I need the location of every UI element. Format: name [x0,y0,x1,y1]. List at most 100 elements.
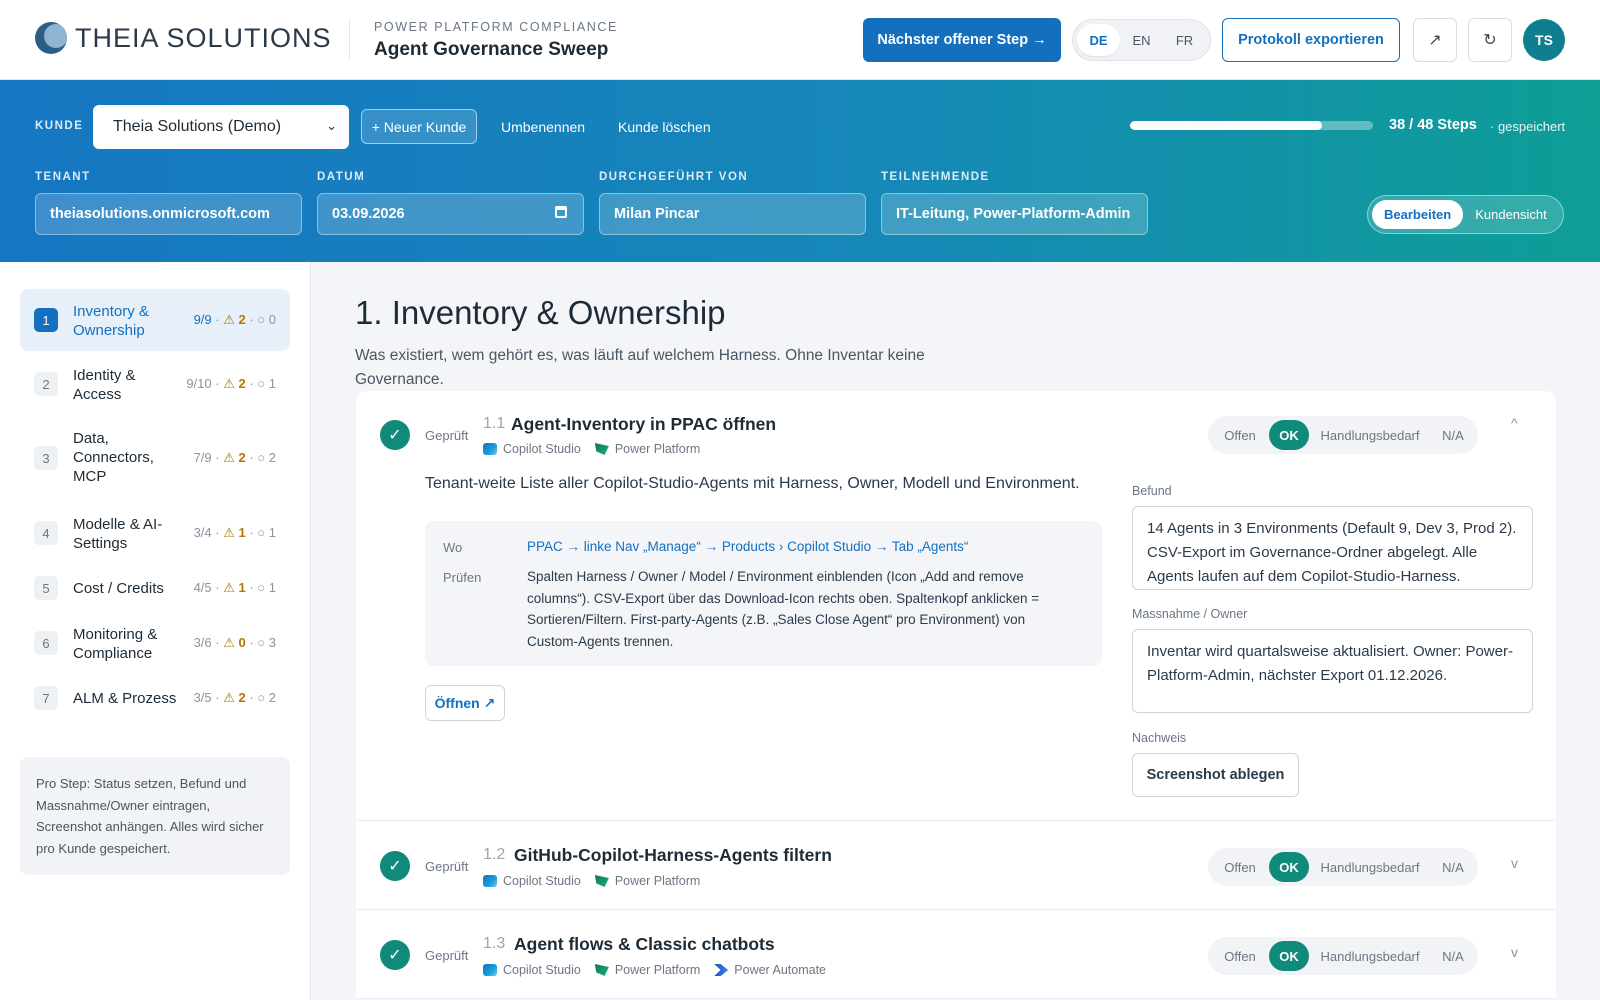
step-tags: Copilot Studio Power Platform [483,874,714,888]
nachweis-label: Nachweis [1132,731,1187,745]
open-circle-icon: ○ [257,690,266,705]
lang-en-button[interactable]: EN [1120,24,1163,56]
sidebar-item-alm[interactable]: 7 ALM & Prozess 3/5 · ⚠ 2 · ○ 2 [20,676,290,720]
open-link-button[interactable]: Öffnen ↗ [425,685,505,721]
status-na-button[interactable]: N/A [1431,941,1475,971]
sidebar-item-count: 9/10 [186,376,212,391]
kunde-select[interactable]: Theia Solutions (Demo) ⌄ [93,105,349,149]
datum-value: 03.09.2026 [332,206,405,222]
tenant-field[interactable]: theiasolutions.onmicrosoft.com [35,193,302,235]
tag-copilot-studio: Copilot Studio [483,442,581,456]
export-protocol-button[interactable]: Protokoll exportieren [1222,18,1400,62]
section-description: Was existiert, wem gehört es, was läuft … [355,347,925,388]
sidebar-item-stats: 3/4 · ⚠ 1 · ○ 1 [193,525,276,540]
customer-view-button[interactable]: Kundensicht [1463,200,1559,229]
sidebar-item-data-connectors[interactable]: 3 Data, Connectors, MCP 7/9 · ⚠ 2 · ○ 2 [20,417,290,499]
sidebar-item-identity[interactable]: 2 Identity & Access 9/10 · ⚠ 2 · ○ 1 [20,353,290,415]
sidebar-item-monitoring[interactable]: 6 Monitoring & Compliance 3/6 · ⚠ 0 · ○ … [20,612,290,674]
sidebar-item-inventory[interactable]: 1 Inventory & Ownership 9/9 · ⚠ 2 · ○ 0 [20,289,290,351]
check-icon: ✓ [380,851,410,881]
tag-copilot-studio: Copilot Studio [483,874,581,888]
edit-view-button[interactable]: Bearbeiten [1372,200,1464,229]
sidebar-item-number: 1 [34,308,58,332]
status-ok-button[interactable]: OK [1269,420,1309,450]
status-na-button[interactable]: N/A [1431,420,1475,450]
tenant-label: TENANT [35,171,91,183]
avatar[interactable]: TS [1523,19,1565,61]
power-platform-icon [594,443,609,455]
massnahme-textarea[interactable]: Inventar wird quartalsweise aktualisiert… [1132,629,1533,713]
warning-icon: ⚠ [223,312,235,327]
step-card-1-2[interactable]: ✓ Geprüft 1.2 GitHub-Copilot-Harness-Age… [356,821,1556,910]
tag-copilot-studio: Copilot Studio [483,963,581,977]
sidebar-item-label: Identity & Access [73,367,136,403]
top-bar: THEIA SOLUTIONS POWER PLATFORM COMPLIANC… [0,0,1600,80]
chevron-down-icon[interactable]: v [1511,944,1518,960]
step-title[interactable]: Agent-Inventory in PPAC öffnen [511,414,776,435]
step-info-box: Wo PPAC → linke Nav „Manage“ → Products … [425,521,1102,666]
warning-icon: ⚠ [223,580,235,595]
chevron-down-icon[interactable]: v [1511,855,1518,871]
steps-progress-fill [1130,121,1322,130]
sidebar-item-cost[interactable]: 5 Cost / Credits 4/5 · ⚠ 1 · ○ 1 [20,566,290,610]
steps-progress-bar [1130,121,1373,130]
open-circle-icon: ○ [257,525,266,540]
lang-fr-button[interactable]: FR [1163,24,1206,56]
status-ok-button[interactable]: OK [1269,852,1309,882]
chevron-down-icon: ⌄ [326,118,337,133]
status-offen-button[interactable]: Offen [1211,420,1269,450]
refresh-icon: ↻ [1483,32,1497,49]
datum-field[interactable]: 03.09.2026 [317,193,584,235]
step-card-1-3[interactable]: ✓ Geprüft 1.3 Agent flows & Classic chat… [356,910,1556,999]
sidebar-item-stats: 4/5 · ⚠ 1 · ○ 1 [193,580,276,595]
sidebar-item-count: 4/5 [193,580,212,595]
step-title[interactable]: GitHub-Copilot-Harness-Agents filtern [514,845,832,866]
step-card-1-1: ✓ Geprüft 1.1 Agent-Inventory in PPAC öf… [356,391,1556,821]
status-selector: Offen OK Handlungsbedarf N/A [1208,848,1478,886]
chevron-up-icon[interactable]: ^ [1511,415,1518,431]
sidebar-item-open: 0 [268,312,276,327]
screenshot-upload-button[interactable]: Screenshot ablegen [1132,753,1299,797]
customer-banner: KUNDE Theia Solutions (Demo) ⌄ + Neuer K… [0,80,1600,262]
open-circle-icon: ○ [257,450,266,465]
delete-kunde-button[interactable]: Kunde löschen [618,119,711,135]
status-ok-button[interactable]: OK [1269,941,1309,971]
copilot-studio-icon [483,964,497,976]
durchgefuehrt-field[interactable]: Milan Pincar [599,193,866,235]
next-open-step-button[interactable]: Nächster offener Step → [863,18,1061,62]
sidebar-item-stats: 3/5 · ⚠ 2 · ○ 2 [193,690,276,705]
status-selector: Offen OK Handlungsbedarf N/A [1208,937,1478,975]
refresh-button[interactable]: ↻ [1468,18,1512,62]
rename-kunde-button[interactable]: Umbenennen [501,119,585,135]
step-tags: Copilot Studio Power Platform [483,442,714,456]
copilot-studio-icon [483,875,497,887]
teilnehmende-field[interactable]: IT-Leitung, Power-Platform-Admin [881,193,1148,235]
lang-de-button[interactable]: DE [1077,24,1120,56]
sidebar-item-number: 7 [34,686,58,710]
sidebar-item-modelle[interactable]: 4 Modelle & AI-Settings 3/4 · ⚠ 1 · ○ 1 [20,502,290,564]
step-number: 1.1 [483,415,506,432]
tag-power-platform: Power Platform [594,442,700,456]
sidebar-item-number: 6 [34,631,58,655]
sidebar-item-open: 2 [268,690,276,705]
sidebar-item-warn: 2 [238,690,246,705]
sidebar-item-open: 1 [268,525,276,540]
section-title: 1. Inventory & Ownership [355,294,726,331]
view-mode-toggle: Bearbeiten Kundensicht [1367,195,1564,234]
step-title[interactable]: Agent flows & Classic chatbots [514,934,775,955]
external-link-button[interactable]: ↗ [1413,18,1457,62]
kunde-label: KUNDE [35,120,84,132]
status-na-button[interactable]: N/A [1431,852,1475,882]
status-offen-button[interactable]: Offen [1211,852,1269,882]
status-handlungsbedarf-button[interactable]: Handlungsbedarf [1309,420,1431,450]
status-offen-button[interactable]: Offen [1211,941,1269,971]
status-handlungsbedarf-button[interactable]: Handlungsbedarf [1309,852,1431,882]
power-platform-icon [594,875,609,887]
status-handlungsbedarf-button[interactable]: Handlungsbedarf [1309,941,1431,971]
calendar-icon[interactable] [555,206,567,218]
tag-power-automate: Power Automate [714,963,826,977]
sidebar-item-open: 1 [268,376,276,391]
check-icon: ✓ [380,420,410,450]
new-kunde-button[interactable]: + Neuer Kunde [361,109,477,144]
befund-textarea[interactable]: 14 Agents in 3 Environments (Default 9, … [1132,506,1533,590]
